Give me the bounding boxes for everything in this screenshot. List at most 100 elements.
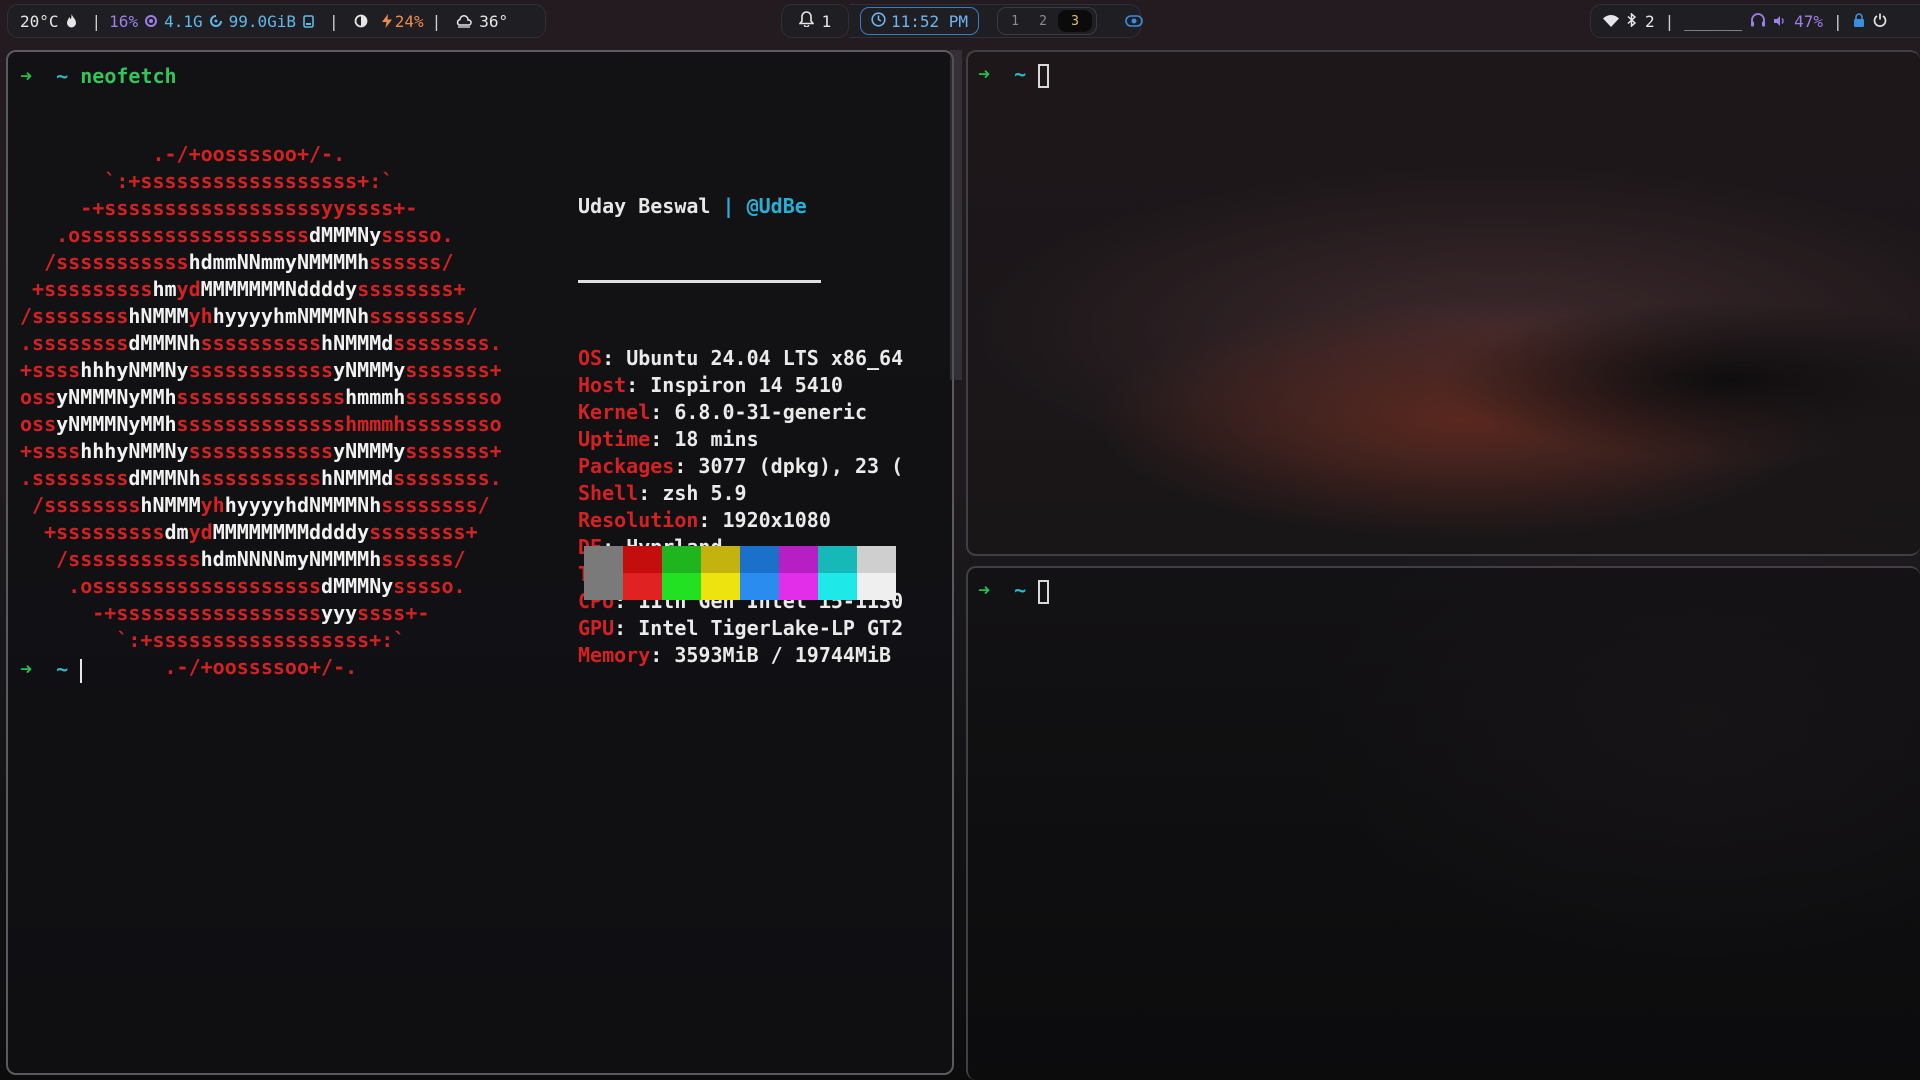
prompt-directory: ~ (1014, 62, 1027, 86)
volume-value: 47% (1794, 11, 1823, 31)
logo-segment: yh (188, 304, 213, 328)
logo-segment: ssssssss. (393, 331, 502, 355)
logo-segment: /ssssssss (20, 304, 129, 328)
logo-segment: ssssssss. (393, 466, 502, 490)
color-swatch (623, 573, 662, 600)
logo-segment: dMMMNy (308, 223, 382, 247)
color-swatch (584, 573, 623, 600)
info-row-memory: Memory: 3593MiB / 19744MiB (578, 642, 903, 669)
logo-line: .ssssssssdMMMNhsssssssssshNMMMdssssssss. (20, 330, 550, 357)
logo-segment: hhhyNMMNy (80, 358, 189, 382)
info-value: 3077 (dpkg), 23 ( (698, 454, 904, 478)
prompt-arrow: ➜ (978, 62, 991, 86)
eye-toggle-icon[interactable] (1125, 15, 1143, 27)
notifications-pill[interactable]: 1 (781, 4, 849, 38)
logo-segment: yd (176, 277, 201, 301)
weather-icon (456, 14, 473, 28)
info-row-host: Host: Inspiron 14 5410 (578, 372, 903, 399)
color-swatch (818, 573, 857, 600)
info-key: Kernel (578, 400, 651, 424)
info-key: Shell (578, 481, 639, 505)
terminal-right-bottom[interactable]: ➜ ~ (966, 566, 1920, 1080)
logo-segment: yNMMMy (333, 358, 406, 382)
logo-segment: yyy (321, 601, 358, 625)
logo-segment: hdmNNNNmyNMMMMh (200, 547, 382, 571)
logo-segment: /sssssssssss (20, 547, 201, 571)
text-cursor (80, 658, 83, 683)
power-icon[interactable] (1873, 12, 1887, 31)
logo-line: .osssssssssssssssssssdMMMNysssso. (20, 573, 550, 600)
lock-icon[interactable] (1853, 12, 1865, 31)
logo-segment: hmmmh (345, 385, 406, 409)
terminal-left[interactable]: ➜ ~ neofetch .-/+oossssoo+/-. `:+sssssss… (6, 50, 954, 1075)
logo-segment: /ssssssss (20, 493, 141, 517)
brightness-value: 24% (394, 11, 424, 31)
volume-icon[interactable] (1774, 12, 1786, 31)
logo-line: ossyNMMMNyMMhsssssssssssssshmmmhssssssso (20, 384, 550, 411)
logo-segment: dMMMNy (321, 574, 394, 598)
logo-line: -+sssssssssssssssssyyyssss+- (20, 600, 550, 627)
divider: | (91, 11, 102, 31)
logo-segment: ssssssso (405, 385, 502, 409)
logo-line: .osssssssssssssssssssdMMMNysssso. (20, 222, 550, 249)
logo-segment: .ssssssss (20, 466, 129, 490)
workspace-2[interactable]: 2 (1030, 10, 1056, 32)
logo-line: +sssssssssdmydMMMMMMMMddddyssssssss+ (20, 519, 550, 546)
logo-line: /sssssssshNMMMyhhyyyyhdNMMMNhssssssss/ (20, 492, 550, 519)
logo-segment: .osssssssssssssssssss (20, 223, 309, 247)
prompt-directory: ~ (1014, 578, 1027, 602)
info-key: Uptime (578, 427, 651, 451)
color-swatch (701, 573, 740, 600)
logo-segment: sssso. (381, 223, 454, 247)
logo-segment: `:+ssssssssssssssssss+:` (20, 628, 406, 652)
logo-segment: +ssss (20, 439, 81, 463)
logo-segment: dMMMNh (128, 466, 201, 490)
color-palette (584, 546, 896, 600)
logo-segment: ssssssssssssss (176, 385, 346, 409)
logo-segment: +ssss (20, 358, 81, 382)
info-colon: : (626, 373, 651, 397)
logo-segment: yNMMMNyMMh (56, 412, 177, 436)
logo-segment: hNMMMd (321, 331, 394, 355)
logo-segment: yNMMMy (333, 439, 406, 463)
user-header: Uday Beswal | @UdBe (578, 193, 903, 220)
disk-icon (303, 14, 314, 28)
logo-segment: -+ssssssssssssssssssyyssss+- (20, 196, 418, 220)
info-colon: : (650, 400, 675, 424)
media-title[interactable]: ______ (1684, 12, 1742, 31)
prompt-directory: ~ (56, 657, 69, 681)
bell-icon[interactable] (798, 11, 815, 31)
color-swatch (584, 546, 623, 573)
system-info: Uday Beswal | @UdBe OS: Ubuntu 24.04 LTS… (578, 139, 903, 723)
logo-segment: ssssssssssss (188, 439, 334, 463)
prompt-line: ➜ ~ (978, 61, 1050, 88)
scrollbar[interactable] (950, 50, 962, 380)
logo-segment: ssssss/ (381, 547, 466, 571)
logo-segment: ssssssssss (200, 331, 322, 355)
bluetooth-icon[interactable] (1627, 11, 1637, 31)
terminal-right-top[interactable]: ➜ ~ (966, 50, 1920, 556)
info-row-packages: Packages: 3077 (dpkg), 23 ( (578, 453, 903, 480)
color-swatch (818, 546, 857, 573)
wifi-icon[interactable] (1603, 12, 1619, 31)
logo-line: /sssssssshNMMMyhhyyyyhmNMMMNhssssssss/ (20, 303, 550, 330)
workspace-1[interactable]: 1 (1002, 10, 1028, 32)
logo-segment: ssssssssssss (188, 358, 334, 382)
logo-line: /ssssssssssshdmmNNmmyNMMMMhssssss/ (20, 249, 550, 276)
logo-line: +ssssssssshmydMMMMMMMNddddyssssssss+ (20, 276, 550, 303)
brightness-icon[interactable] (354, 14, 368, 28)
cpu-icon (145, 15, 158, 27)
logo-line: +sssshhhyNMMNyssssssssssssyNMMMysssssss+ (20, 357, 550, 384)
command-line: ➜ ~ neofetch (20, 63, 177, 90)
user-name: Uday Beswal (578, 194, 711, 218)
headphones-icon[interactable] (1750, 12, 1766, 31)
color-swatch (779, 546, 818, 573)
workspace-3-active[interactable]: 3 (1058, 10, 1093, 32)
divider: | (1664, 11, 1675, 31)
clock-widget[interactable]: 11:52 PM (860, 7, 980, 35)
divider: | (431, 11, 442, 31)
info-value: zsh 5.9 (662, 481, 747, 505)
disk-value: 99.0GiB (228, 11, 297, 31)
prompt-directory: ~ (56, 64, 69, 88)
prompt-arrow: ➜ (20, 64, 33, 88)
